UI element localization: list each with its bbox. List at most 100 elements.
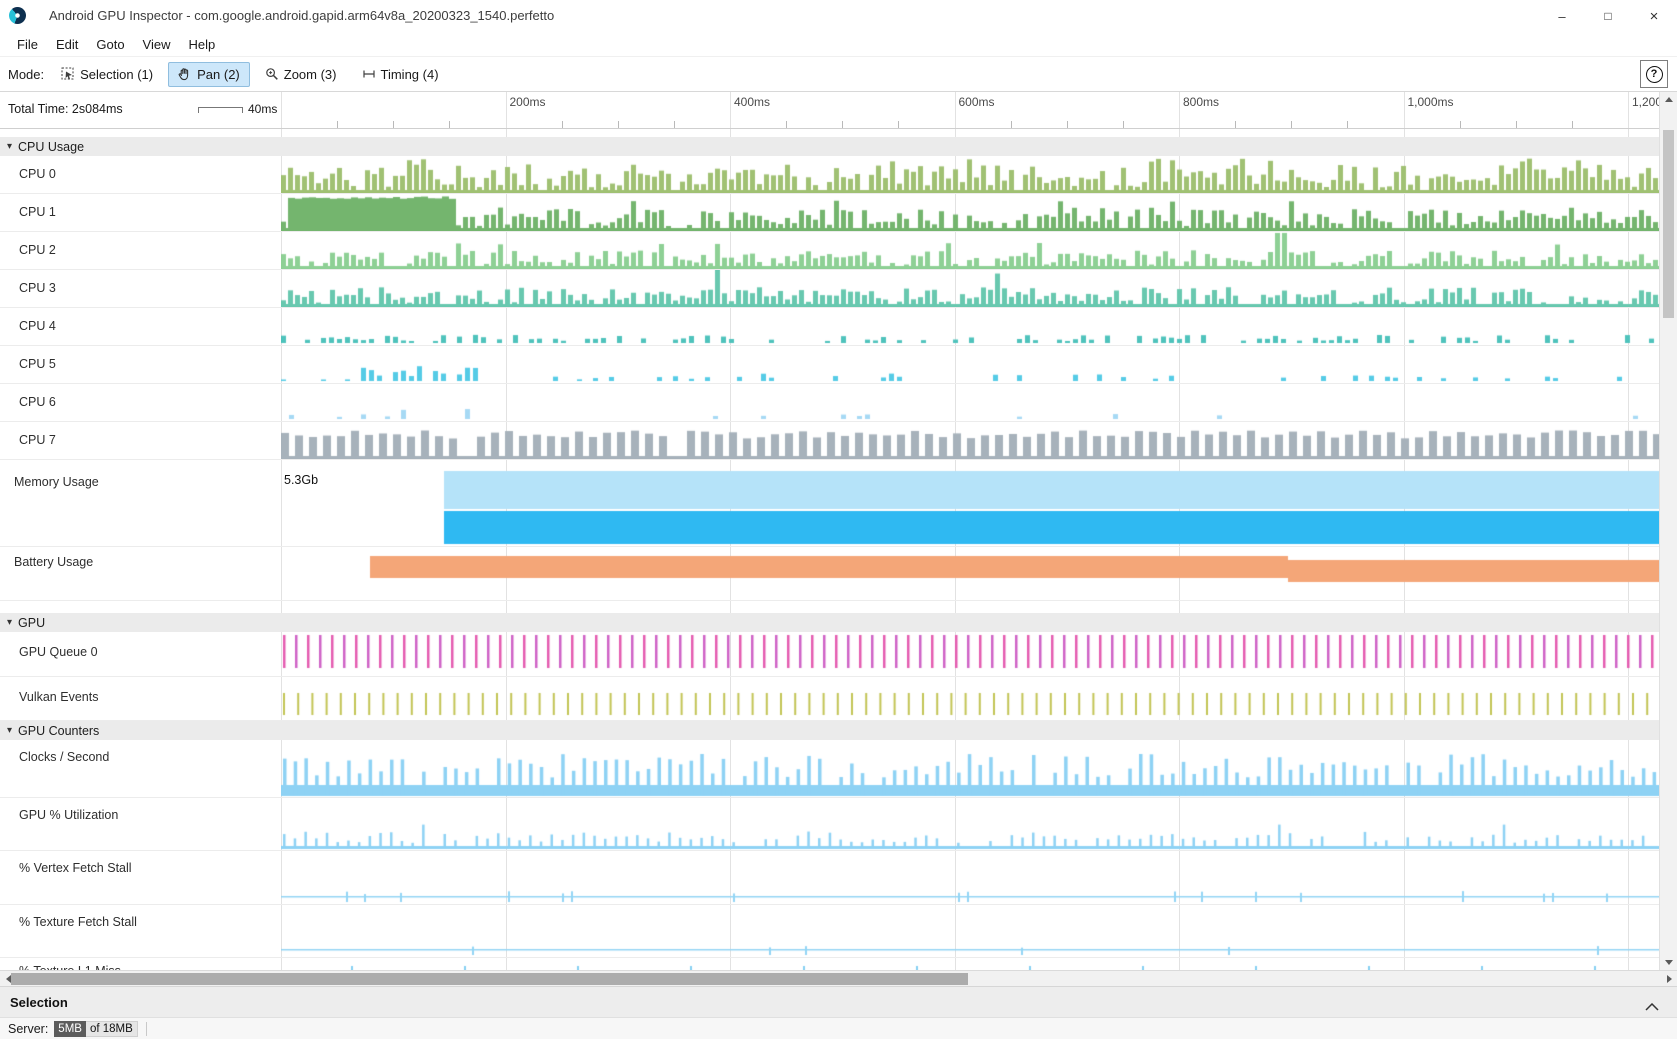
- track-row-cpu-6: CPU 6: [0, 384, 1659, 422]
- horizontal-scrollbar-thumb[interactable]: [11, 973, 968, 985]
- section-header-gpu[interactable]: ▾GPU: [0, 613, 1659, 632]
- track-chart-cpu-5[interactable]: [281, 346, 1659, 383]
- ruler-minor-tick: [1572, 121, 1573, 128]
- ruler-time-label: 200ms: [510, 95, 546, 109]
- menu-help[interactable]: Help: [180, 32, 225, 56]
- track-chart-cpu-1[interactable]: [281, 194, 1659, 231]
- status-divider: [146, 1022, 147, 1036]
- section-header-gpu-counters[interactable]: ▾ GPU Counters: [0, 721, 1659, 740]
- maximize-button[interactable]: □: [1585, 0, 1631, 32]
- timing-mode-label: Timing (4): [381, 67, 439, 82]
- track-chart-texture-fetch-stall[interactable]: [281, 905, 1659, 957]
- ruler-minor-tick: [842, 121, 843, 128]
- track-label-gpu-utilization[interactable]: GPU % Utilization: [19, 808, 118, 822]
- pan-mode-label: Pan (2): [197, 67, 240, 82]
- track-label-memory-usage[interactable]: Memory Usage: [14, 475, 99, 489]
- server-memory-used: 5MB: [54, 1021, 86, 1037]
- ruler-time-label: 600ms: [959, 95, 995, 109]
- minimize-button[interactable]: –: [1539, 0, 1585, 32]
- app-logo-icon: [9, 7, 26, 24]
- section-label-gpu-counters: GPU Counters: [18, 724, 99, 738]
- timing-bracket-icon: [362, 67, 376, 81]
- menu-goto[interactable]: Goto: [87, 32, 133, 56]
- pan-mode-button[interactable]: Pan (2): [168, 62, 250, 87]
- track-chart-gpu-utilization[interactable]: [281, 798, 1659, 850]
- menu-edit[interactable]: Edit: [47, 32, 87, 56]
- timeline-tracks: ▾ CPU Usage CPU 0 CPU 1 CPU 2 CPU 3 CPU 4 CPU 5…: [0, 129, 1677, 970]
- track-row-clocks-per-second: Clocks / Second: [0, 740, 1659, 798]
- track-label-vulkan-events[interactable]: Vulkan Events: [19, 690, 98, 704]
- collapse-triangle-icon: ▾: [7, 725, 12, 736]
- server-memory-badge: 5MB of 18MB: [54, 1021, 137, 1037]
- track-label-cpu-4[interactable]: CPU 4: [19, 319, 56, 333]
- collapse-panel-caret-icon[interactable]: [1645, 998, 1659, 1016]
- track-label-cpu-3[interactable]: CPU 3: [19, 281, 56, 295]
- track-label-cpu-0[interactable]: CPU 0: [19, 167, 56, 181]
- ruler-minor-tick: [1460, 121, 1461, 128]
- server-label: Server:: [8, 1022, 48, 1036]
- toolbar: Mode: Selection (1) Pan (2) Zoom (3) Tim…: [0, 57, 1677, 92]
- menubar: File Edit Goto View Help: [0, 32, 1677, 57]
- track-chart-battery-usage[interactable]: [281, 547, 1659, 600]
- track-label-gpu-queue-0[interactable]: GPU Queue 0: [19, 645, 98, 659]
- track-chart-clocks-per-second[interactable]: [281, 740, 1659, 797]
- scale-bracket-icon: [198, 107, 243, 113]
- track-chart-cpu-0[interactable]: [281, 156, 1659, 193]
- zoom-mode-button[interactable]: Zoom (3): [255, 62, 347, 87]
- track-chart-cpu-4[interactable]: [281, 308, 1659, 345]
- track-label-cpu-2[interactable]: CPU 2: [19, 243, 56, 257]
- track-chart-vertex-fetch-stall[interactable]: [281, 851, 1659, 904]
- track-label-texture-fetch-stall[interactable]: % Texture Fetch Stall: [19, 915, 137, 929]
- vertical-scrollbar[interactable]: [1659, 92, 1677, 970]
- scroll-right-arrow-icon[interactable]: [1661, 971, 1677, 987]
- help-question-icon: ?: [1646, 66, 1663, 83]
- collapse-triangle-icon: ▾: [7, 141, 12, 152]
- track-label-battery-usage[interactable]: Battery Usage: [14, 555, 93, 569]
- total-time-panel: Total Time: 2s084ms 40ms: [0, 92, 281, 128]
- track-chart-vulkan-events[interactable]: [281, 677, 1659, 720]
- scroll-up-arrow-icon[interactable]: [1660, 92, 1677, 107]
- section-label-gpu: GPU: [18, 616, 45, 630]
- scroll-down-arrow-icon[interactable]: [1660, 955, 1677, 970]
- track-label-cpu-1[interactable]: CPU 1: [19, 205, 56, 219]
- selection-mode-button[interactable]: Selection (1): [51, 62, 163, 87]
- close-button[interactable]: ×: [1631, 0, 1677, 32]
- timeline-ruler[interactable]: 200ms400ms600ms800ms1,000ms1,200ms Total…: [0, 92, 1677, 129]
- ruler-minor-tick: [393, 121, 394, 128]
- track-label-cpu-6[interactable]: CPU 6: [19, 395, 56, 409]
- ruler-minor-tick: [898, 121, 899, 128]
- track-row-cpu-2: CPU 2: [0, 232, 1659, 270]
- track-label-cpu-5[interactable]: CPU 5: [19, 357, 56, 371]
- track-row-cpu-1: CPU 1: [0, 194, 1659, 232]
- track-chart-cpu-2[interactable]: [281, 232, 1659, 269]
- track-label-cpu-7[interactable]: CPU 7: [19, 433, 56, 447]
- menu-file[interactable]: File: [8, 32, 47, 56]
- ruler-minor-tick: [562, 121, 563, 128]
- track-chart-memory-usage[interactable]: [281, 467, 1659, 546]
- selection-panel-header[interactable]: Selection: [0, 986, 1677, 1017]
- track-chart-gpu-queue-0[interactable]: [281, 632, 1659, 676]
- ruler-time-label: 800ms: [1183, 95, 1219, 109]
- timing-mode-button[interactable]: Timing (4): [352, 62, 449, 87]
- menu-view[interactable]: View: [134, 32, 180, 56]
- help-button[interactable]: ?: [1640, 60, 1668, 88]
- horizontal-scrollbar[interactable]: [0, 970, 1677, 986]
- section-label-cpu-usage: CPU Usage: [18, 140, 84, 154]
- window-title: Android GPU Inspector - com.google.andro…: [49, 8, 554, 23]
- track-row-cpu-3: CPU 3: [0, 270, 1659, 308]
- track-chart-cpu-7[interactable]: [281, 422, 1659, 459]
- ruler-time-label: 1,000ms: [1408, 95, 1454, 109]
- track-label-clocks-per-second[interactable]: Clocks / Second: [19, 750, 109, 764]
- track-label-vertex-fetch-stall[interactable]: % Vertex Fetch Stall: [19, 861, 132, 875]
- section-header-cpu-usage[interactable]: ▾ CPU Usage: [0, 137, 1659, 156]
- track-chart-cpu-3[interactable]: [281, 270, 1659, 307]
- track-chart-cpu-6[interactable]: [281, 384, 1659, 421]
- track-row-cpu-5: CPU 5: [0, 346, 1659, 384]
- ruler-minor-tick: [449, 121, 450, 128]
- statusbar: Server: 5MB of 18MB: [0, 1017, 1677, 1039]
- vertical-scrollbar-thumb[interactable]: [1663, 130, 1674, 318]
- track-row-cpu-7: CPU 7: [0, 422, 1659, 460]
- track-row-gpu-utilization: GPU % Utilization: [0, 798, 1659, 851]
- track-chart-texture-l1-miss[interactable]: [281, 958, 1659, 970]
- ruler-minor-tick: [1516, 121, 1517, 128]
